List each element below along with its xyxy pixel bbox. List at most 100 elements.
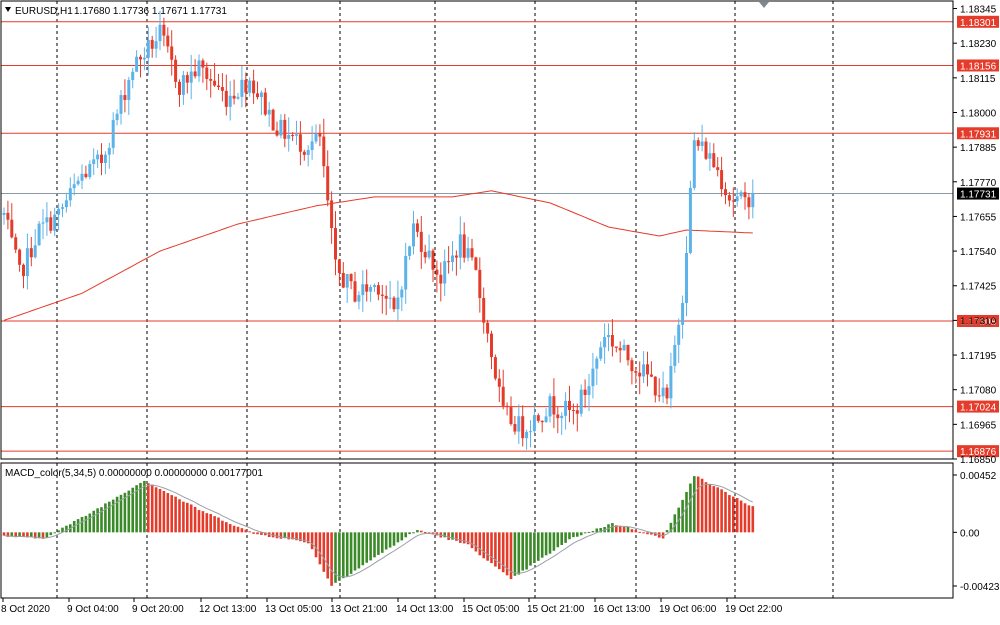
candle-body <box>642 364 646 377</box>
candle-body <box>587 386 591 396</box>
candle-body <box>607 335 610 338</box>
macd-bar <box>353 532 357 571</box>
candle-body <box>142 57 146 60</box>
macd-bar <box>704 482 708 533</box>
candle-body <box>696 140 700 146</box>
candle-body <box>376 285 380 295</box>
macd-bar <box>170 495 173 533</box>
candle-body <box>103 154 107 163</box>
candle-body <box>599 347 603 359</box>
y-tick-label: 1.17080 <box>960 386 997 397</box>
candle-body <box>29 248 33 258</box>
candle-body <box>408 246 412 256</box>
macd-bar <box>560 532 563 545</box>
candle-body <box>384 295 388 299</box>
candle-body <box>232 95 236 99</box>
candle-body <box>669 365 673 399</box>
macd-bar <box>373 532 376 558</box>
candle-body <box>287 135 291 139</box>
macd-bar <box>720 489 723 533</box>
macd-bar <box>486 532 489 561</box>
current-price-label: 1.17731 <box>960 190 997 201</box>
candle-body <box>259 92 263 98</box>
macd-bar <box>322 532 326 572</box>
macd-bar <box>384 532 388 550</box>
macd-bar <box>127 490 131 533</box>
candle-body <box>466 248 470 258</box>
candle-body <box>127 80 131 100</box>
macd-bar <box>53 532 56 534</box>
candle-body <box>298 134 302 152</box>
macd-bar <box>84 515 88 533</box>
price-chart[interactable]: 1.183011.181561.179311.173081.170241.168… <box>0 0 1000 625</box>
candle-body <box>634 371 638 373</box>
candle-body <box>638 372 642 377</box>
macd-bar <box>494 532 497 567</box>
ohlc-label: 1.17680 1.17736 1.17671 1.17731 <box>74 6 227 17</box>
macd-bar <box>521 532 524 571</box>
candle-body <box>6 212 10 220</box>
candle-body <box>291 135 295 137</box>
macd-bar <box>2 532 6 536</box>
candle-body <box>64 200 68 208</box>
candle-body <box>162 24 166 36</box>
macd-bar <box>572 532 575 538</box>
macd-bar <box>696 476 700 533</box>
macd-bar <box>18 532 21 537</box>
macd-bar <box>638 531 641 533</box>
x-tick-label: 9 Oct 20:00 <box>132 604 184 615</box>
candle-body <box>263 92 267 115</box>
y-tick-label: 1.17195 <box>960 351 997 362</box>
macd-bar <box>525 532 528 570</box>
candle-body <box>139 56 142 60</box>
macd-label: MACD_color(5,34,5) 0.00000000 0.00000000… <box>5 468 263 479</box>
candle-body <box>2 212 6 215</box>
macd-bar <box>154 487 158 533</box>
macd-bar <box>712 486 716 533</box>
x-tick-label: 8 Oct 2020 <box>1 604 50 615</box>
candle-body <box>731 200 735 202</box>
macd-bar <box>732 496 735 533</box>
macd-bar <box>275 532 279 539</box>
candle-body <box>462 234 466 258</box>
candle-body <box>727 195 731 201</box>
y-tick-label: 1.18115 <box>960 74 996 85</box>
macd-bar <box>57 530 60 533</box>
y-tick-label: 1.17655 <box>960 212 997 223</box>
macd-bar <box>209 514 212 533</box>
candle-body <box>314 133 318 142</box>
macd-bar <box>513 532 517 576</box>
candle-body <box>326 166 330 201</box>
y-tick-label: 1.18000 <box>960 108 997 119</box>
candle-body <box>521 416 525 439</box>
macd-bar <box>568 532 571 540</box>
candle-body <box>622 344 626 351</box>
candle-body <box>447 261 451 263</box>
candle-body <box>57 208 61 215</box>
candle-body <box>571 410 575 412</box>
candle-body <box>25 248 29 277</box>
macd-bar <box>583 532 587 534</box>
candle-body <box>76 180 80 185</box>
macd-bar <box>611 523 614 533</box>
candle-body <box>217 85 220 88</box>
candle-body <box>220 87 224 91</box>
candle-body <box>603 337 607 348</box>
candle-body <box>513 424 517 432</box>
candle-body <box>544 416 548 423</box>
macd-bar <box>564 532 567 543</box>
x-tick-label: 13 Oct 21:00 <box>330 604 388 615</box>
macd-bar <box>381 532 384 553</box>
x-tick-label: 14 Oct 13:00 <box>396 604 454 615</box>
candle-body <box>248 80 252 93</box>
macd-bar <box>96 508 99 533</box>
candle-body <box>470 248 474 258</box>
candle-body <box>181 75 185 95</box>
macd-bar <box>189 504 193 533</box>
candle-body <box>614 346 618 348</box>
macd-bar <box>459 532 462 543</box>
macd-bar <box>252 532 255 534</box>
candle-body <box>306 150 310 155</box>
macd-bar <box>162 490 166 533</box>
candle-body <box>646 364 649 375</box>
